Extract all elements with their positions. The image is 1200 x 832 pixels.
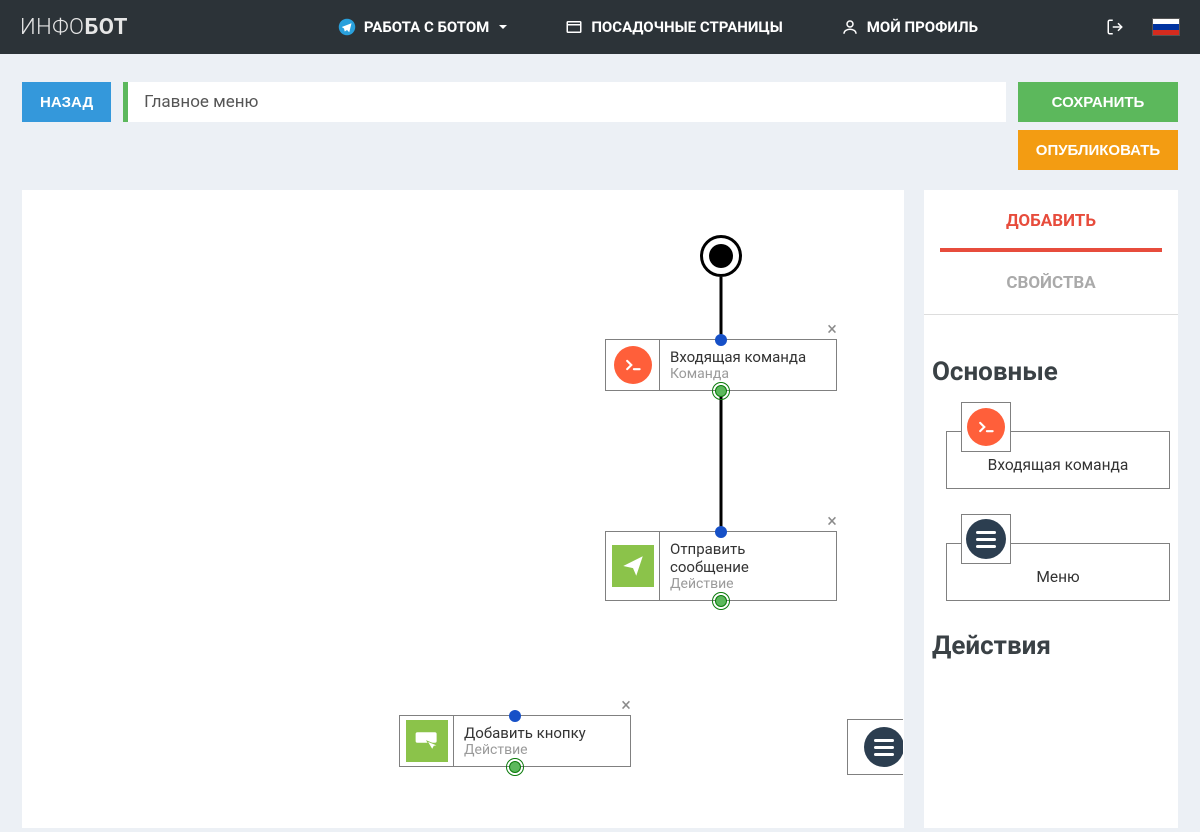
back-button[interactable]: НАЗАД xyxy=(22,82,111,122)
logo-bold: БОТ xyxy=(84,15,127,40)
title-container xyxy=(123,82,1006,122)
language-flag-ru[interactable] xyxy=(1152,18,1180,36)
logo-light: ИНФО xyxy=(20,15,84,40)
command-icon xyxy=(961,402,1011,452)
node-incoming-command[interactable]: Входящая команда Команда × xyxy=(605,339,837,391)
node-title: Входящая команда xyxy=(670,348,824,366)
tab-properties[interactable]: СВОЙСТВА xyxy=(924,252,1178,314)
action-buttons: СОХРАНИТЬ ОПУБЛИКОВАТЬ xyxy=(1018,82,1178,170)
node-close-button[interactable]: × xyxy=(824,514,840,530)
port-out[interactable] xyxy=(509,761,521,773)
port-out[interactable] xyxy=(715,385,727,397)
tab-add[interactable]: ДОБАВИТЬ xyxy=(924,190,1178,252)
publish-button[interactable]: ОПУБЛИКОВАТЬ xyxy=(1018,130,1178,170)
palette-item-label: Входящая команда xyxy=(965,456,1151,474)
node-subtitle: Действие xyxy=(670,576,824,592)
logout-icon[interactable] xyxy=(1106,18,1124,36)
node-close-button[interactable]: × xyxy=(824,322,840,338)
flow-title-input[interactable] xyxy=(128,82,1006,122)
user-icon xyxy=(841,18,859,36)
save-button[interactable]: СОХРАНИТЬ xyxy=(1018,82,1178,122)
nav-bot-dropdown[interactable]: РАБОТА С БОТОМ xyxy=(338,18,507,36)
nav-bot-label: РАБОТА С БОТОМ xyxy=(364,18,489,36)
nav-profile-label: МОЙ ПРОФИЛЬ xyxy=(867,18,978,36)
toolbar: НАЗАД СОХРАНИТЬ ОПУБЛИКОВАТЬ xyxy=(0,54,1200,182)
port-in[interactable] xyxy=(715,526,727,538)
logo: ИНФОБОТ xyxy=(20,15,128,40)
nav-pages-label: ПОСАДОЧНЫЕ СТРАНИЦЫ xyxy=(591,18,782,36)
palette-incoming-command[interactable]: Входящая команда xyxy=(946,431,1170,489)
port-in[interactable] xyxy=(715,334,727,346)
section-main-title: Основные xyxy=(932,357,1176,387)
header-right xyxy=(1106,18,1180,36)
main-nav: РАБОТА С БОТОМ ПОСАДОЧНЫЕ СТРАНИЦЫ МОЙ П… xyxy=(338,18,978,36)
palette-menu[interactable]: Меню xyxy=(946,543,1170,601)
panel-tabs: ДОБАВИТЬ СВОЙСТВА xyxy=(924,190,1178,315)
port-in[interactable] xyxy=(509,710,521,722)
telegram-icon xyxy=(338,18,356,36)
button-icon xyxy=(400,716,454,766)
app-header: ИНФОБОТ РАБОТА С БОТОМ ПОСАДОЧНЫЕ СТРАНИ… xyxy=(0,0,1200,54)
menu-icon xyxy=(961,514,1011,564)
flow-canvas[interactable]: Входящая команда Команда × Отправить соо… xyxy=(22,190,904,828)
node-title: Отправить сообщение xyxy=(670,540,824,576)
section-actions-title: Действия xyxy=(932,631,1176,661)
node-close-button[interactable]: × xyxy=(618,698,634,714)
palette-item-label: Меню xyxy=(965,568,1151,586)
node-title: Добавить кнопку xyxy=(464,724,618,742)
node-add-button[interactable]: Добавить кнопку Действие × xyxy=(399,715,631,767)
start-node[interactable] xyxy=(700,235,742,277)
node-send-message[interactable]: Отправить сообщение Действие × xyxy=(605,531,837,601)
port-out[interactable] xyxy=(715,595,727,607)
nav-profile[interactable]: МОЙ ПРОФИЛЬ xyxy=(841,18,978,36)
node-subtitle: Действие xyxy=(464,742,618,758)
node-subtitle: Команда xyxy=(670,366,824,382)
page-icon xyxy=(565,18,583,36)
nav-landing-pages[interactable]: ПОСАДОЧНЫЕ СТРАНИЦЫ xyxy=(565,18,782,36)
side-panel: ДОБАВИТЬ СВОЙСТВА Основные Входящая кома… xyxy=(924,190,1178,828)
node-menu-partial[interactable] xyxy=(847,719,904,775)
send-icon xyxy=(606,532,660,600)
main-area: Входящая команда Команда × Отправить соо… xyxy=(0,182,1200,828)
command-icon xyxy=(606,340,660,390)
chevron-down-icon xyxy=(499,25,507,29)
